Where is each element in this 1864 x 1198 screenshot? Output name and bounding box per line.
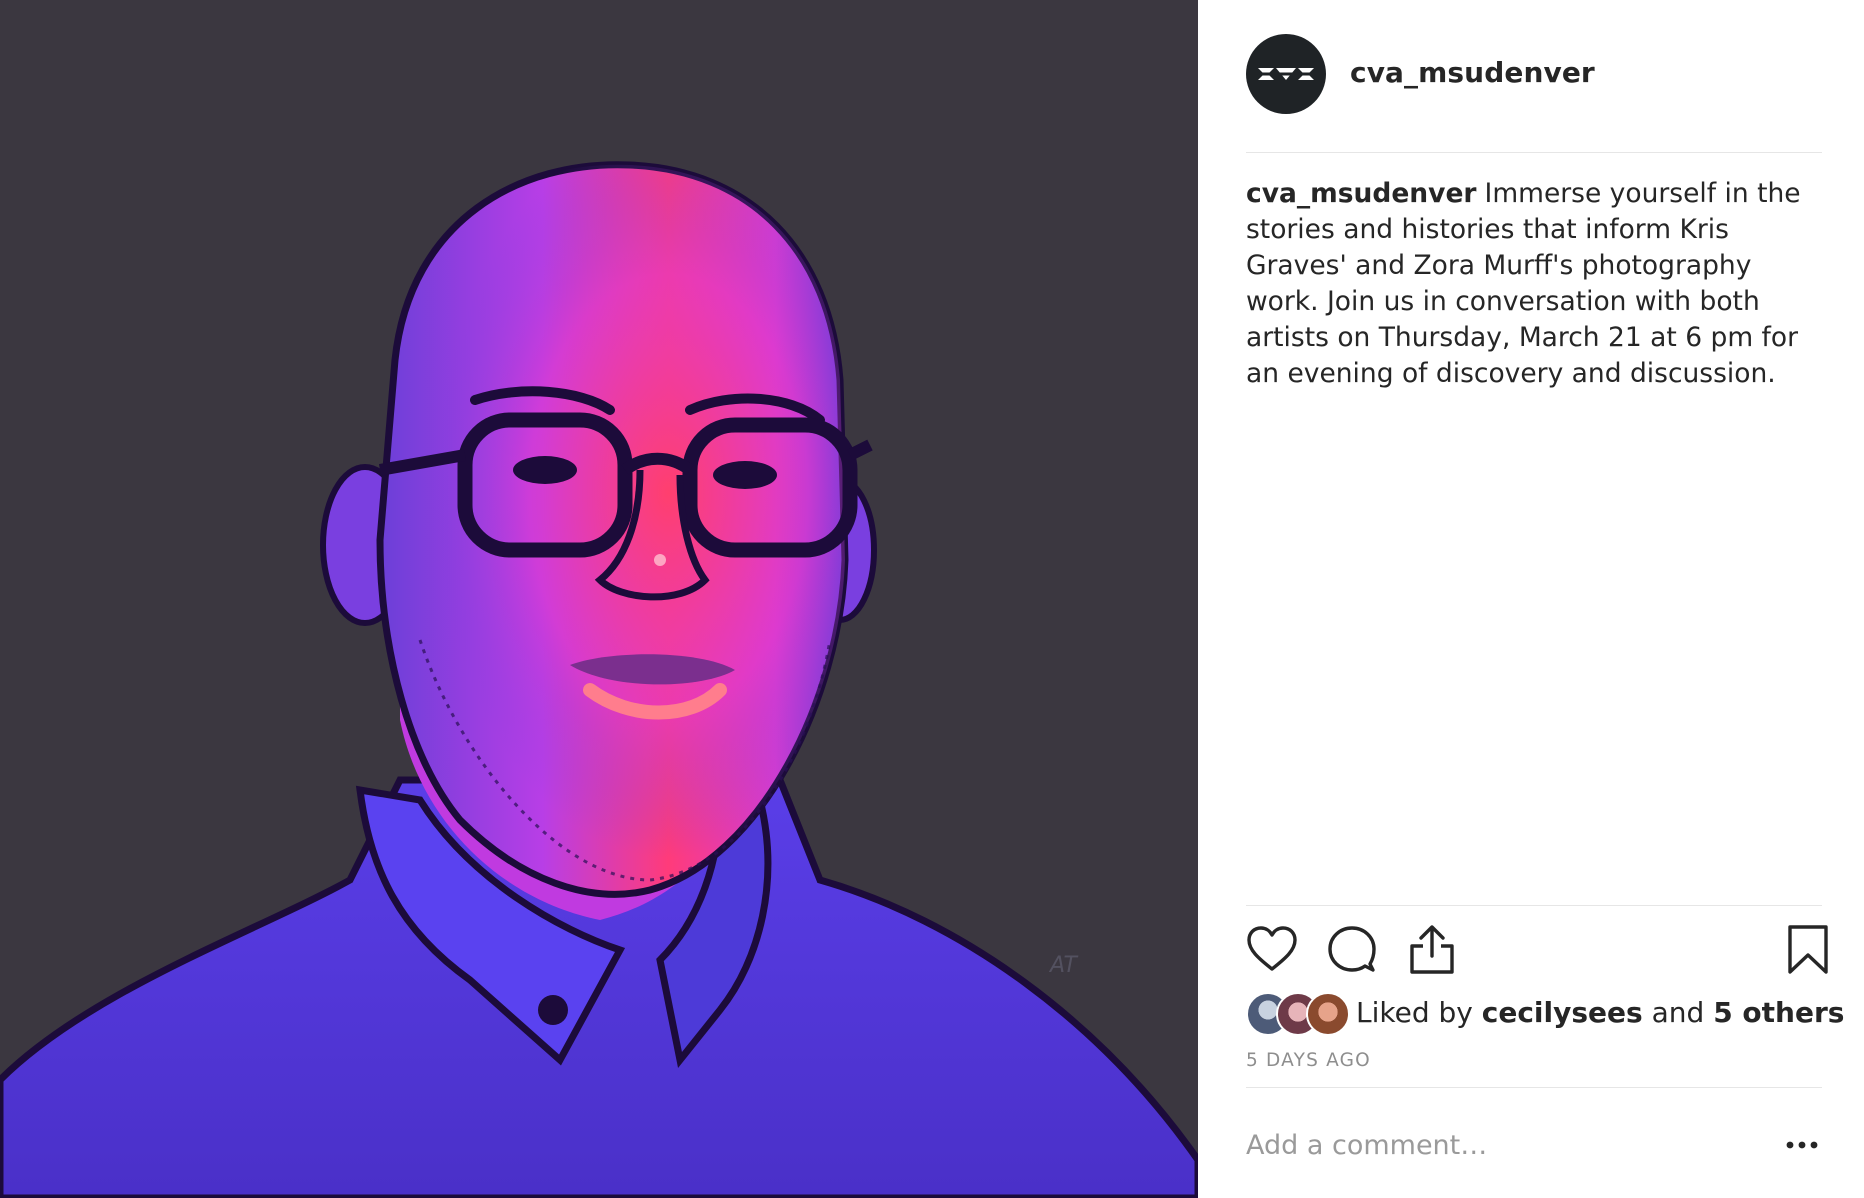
header-username[interactable]: cva_msudenver xyxy=(1350,56,1595,89)
ellipsis-icon xyxy=(1786,1141,1818,1149)
share-button[interactable] xyxy=(1406,924,1458,976)
share-upload-icon xyxy=(1410,925,1454,974)
comment-button[interactable] xyxy=(1326,924,1378,976)
liker-username[interactable]: cecilysees xyxy=(1482,996,1643,1029)
instagram-post: AT cva_msudenver cva_msudenver Immerse yo… xyxy=(0,0,1864,1198)
speech-bubble-icon xyxy=(1328,926,1376,972)
profile-avatar[interactable] xyxy=(1246,34,1326,114)
portrait-illustration: AT xyxy=(0,161,1198,1198)
caption-text: Immerse yourself in the stories and hist… xyxy=(1246,178,1801,389)
liked-by-prefix: Liked by xyxy=(1356,995,1473,1029)
artist-signature: AT xyxy=(1048,953,1078,978)
liker-avatars[interactable] xyxy=(1246,990,1352,1036)
comment-divider xyxy=(1246,1087,1822,1088)
likes-others-link[interactable]: 5 others xyxy=(1713,996,1844,1029)
more-options-button[interactable] xyxy=(1782,1130,1822,1160)
post-caption: cva_msudenver Immerse yourself in the sto… xyxy=(1246,176,1831,392)
cva-logo-icon xyxy=(1258,68,1314,80)
shirt-button xyxy=(538,995,568,1025)
heart-outline-icon xyxy=(1247,926,1297,971)
like-button[interactable] xyxy=(1246,924,1298,976)
post-timestamp[interactable]: 5 DAYS AGO xyxy=(1246,1050,1371,1071)
eye-right xyxy=(713,461,777,489)
liked-by-text: Liked by cecilysees and 5 others xyxy=(1356,996,1844,1029)
eye-left xyxy=(513,456,577,484)
post-image[interactable]: AT xyxy=(0,0,1198,1198)
actions-divider xyxy=(1246,905,1822,906)
post-details-panel: cva_msudenver cva_msudenver Immerse yours… xyxy=(1198,0,1864,1198)
liked-by-connector: and xyxy=(1651,995,1705,1029)
post-header: cva_msudenver xyxy=(1246,34,1822,153)
likes-summary: Liked by cecilysees and 5 others xyxy=(1246,990,1844,1036)
save-button[interactable] xyxy=(1782,924,1834,976)
caption-username[interactable]: cva_msudenver xyxy=(1246,178,1477,209)
comment-input[interactable] xyxy=(1246,1124,1746,1166)
avatar xyxy=(1306,992,1350,1036)
action-bar xyxy=(1246,924,1828,980)
bookmark-outline-icon xyxy=(1788,925,1828,974)
